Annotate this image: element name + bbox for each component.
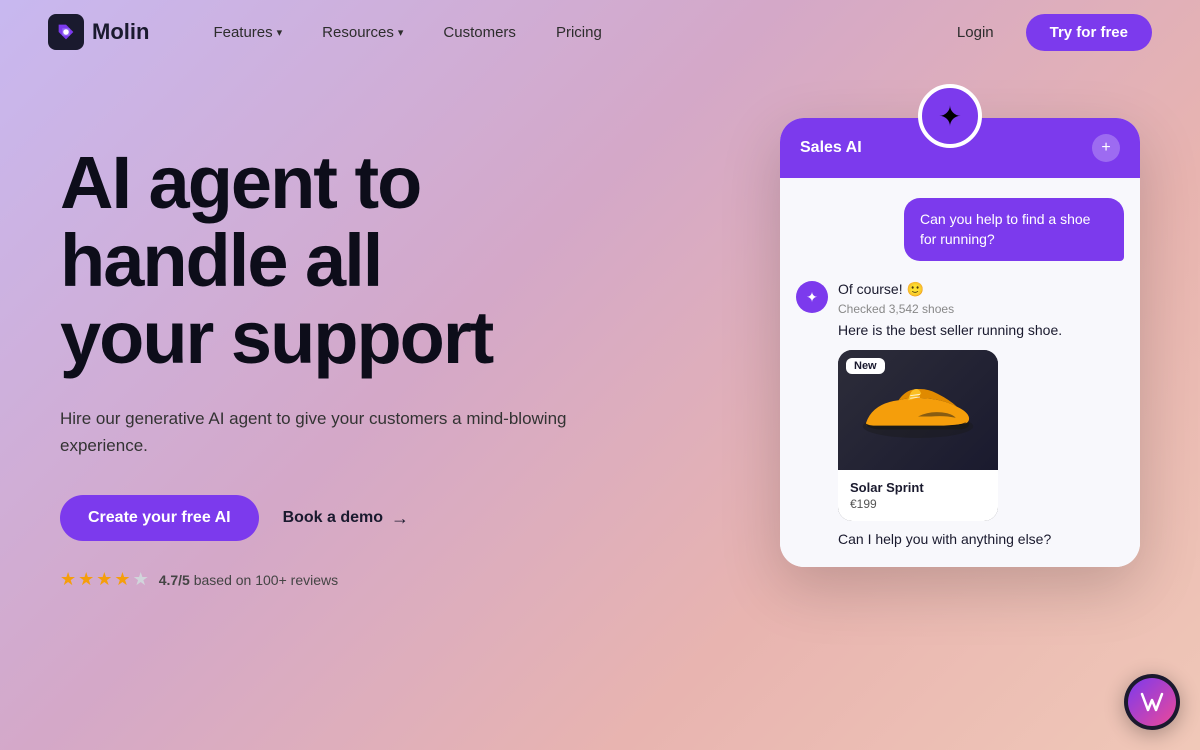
help-message: Can I help you with anything else? [838, 531, 1124, 547]
create-free-button[interactable]: Create your free AI [60, 495, 259, 541]
review-score: 4.7/5 based on 100+ reviews [159, 572, 338, 588]
hero-section: AI agent to handle all your support Hire… [0, 64, 1200, 750]
ai-avatar-large: ✦ [918, 84, 982, 148]
ai-response-text: Here is the best seller running shoe. [838, 322, 1124, 338]
logo-icon [48, 14, 84, 50]
hero-left: AI agent to handle all your support Hire… [60, 104, 740, 590]
nav-resources[interactable]: Resources ▾ [306, 16, 419, 49]
floating-logo-icon [1138, 688, 1166, 716]
chat-title: Sales AI [800, 139, 862, 157]
hero-buttons: Create your free AI Book a demo → [60, 495, 740, 541]
chat-card: Sales AI + Can you help to find a shoe f… [780, 118, 1140, 567]
nav-pricing[interactable]: Pricing [540, 16, 618, 49]
navbar: Molin Features ▾ Resources ▾ Customers P… [0, 0, 1200, 64]
product-price: €199 [850, 497, 986, 511]
star-5: ★ [133, 569, 149, 590]
product-card[interactable]: New [838, 350, 998, 521]
new-badge: New [846, 358, 885, 374]
product-info: Solar Sprint €199 [838, 470, 998, 521]
nav-actions: Login Try for free [941, 14, 1152, 51]
ai-response: ✦ Of course! 🙂 Checked 3,542 shoes Here … [796, 281, 1124, 547]
product-image-area: New [838, 350, 998, 470]
chat-body: Can you help to find a shoe for running?… [780, 178, 1140, 567]
floating-chat-button[interactable] [1124, 674, 1180, 730]
demo-arrow-icon: → [391, 508, 409, 529]
user-message: Can you help to find a shoe for running? [904, 198, 1124, 261]
product-name: Solar Sprint [850, 480, 986, 495]
book-demo-button[interactable]: Book a demo → [283, 508, 409, 529]
ai-avatar-small: ✦ [796, 281, 828, 313]
nav-links: Features ▾ Resources ▾ Customers Pricing [197, 16, 940, 49]
star-rating: ★ ★ ★ ★ ★ [60, 569, 149, 590]
resources-chevron: ▾ [398, 26, 404, 39]
star-4: ★ [114, 569, 130, 590]
brand-name: Molin [92, 19, 149, 45]
reviews: ★ ★ ★ ★ ★ 4.7/5 based on 100+ reviews [60, 569, 740, 590]
hero-subtitle: Hire our generative AI agent to give you… [60, 405, 580, 459]
try-free-button[interactable]: Try for free [1026, 14, 1152, 51]
nav-customers[interactable]: Customers [427, 16, 532, 49]
chat-plus-icon[interactable]: + [1092, 134, 1120, 162]
checked-label: Checked 3,542 shoes [838, 302, 1124, 316]
ai-sparkle-small: ✦ [806, 289, 818, 306]
shoe-image [853, 365, 983, 455]
ai-greeting: Of course! 🙂 [838, 281, 1124, 298]
nav-features[interactable]: Features ▾ [197, 16, 298, 49]
login-button[interactable]: Login [941, 16, 1010, 49]
floating-avatar-inner [1128, 678, 1176, 726]
logo[interactable]: Molin [48, 14, 149, 50]
star-3: ★ [96, 569, 112, 590]
hero-title: AI agent to handle all your support [60, 144, 740, 377]
sparkle-icon: ✦ [938, 100, 961, 133]
star-1: ★ [60, 569, 76, 590]
star-2: ★ [78, 569, 94, 590]
features-chevron: ▾ [277, 26, 283, 39]
ai-messages: Of course! 🙂 Checked 3,542 shoes Here is… [838, 281, 1124, 547]
chat-widget-container: ✦ Sales AI + Can you help to find a shoe… [760, 94, 1140, 567]
